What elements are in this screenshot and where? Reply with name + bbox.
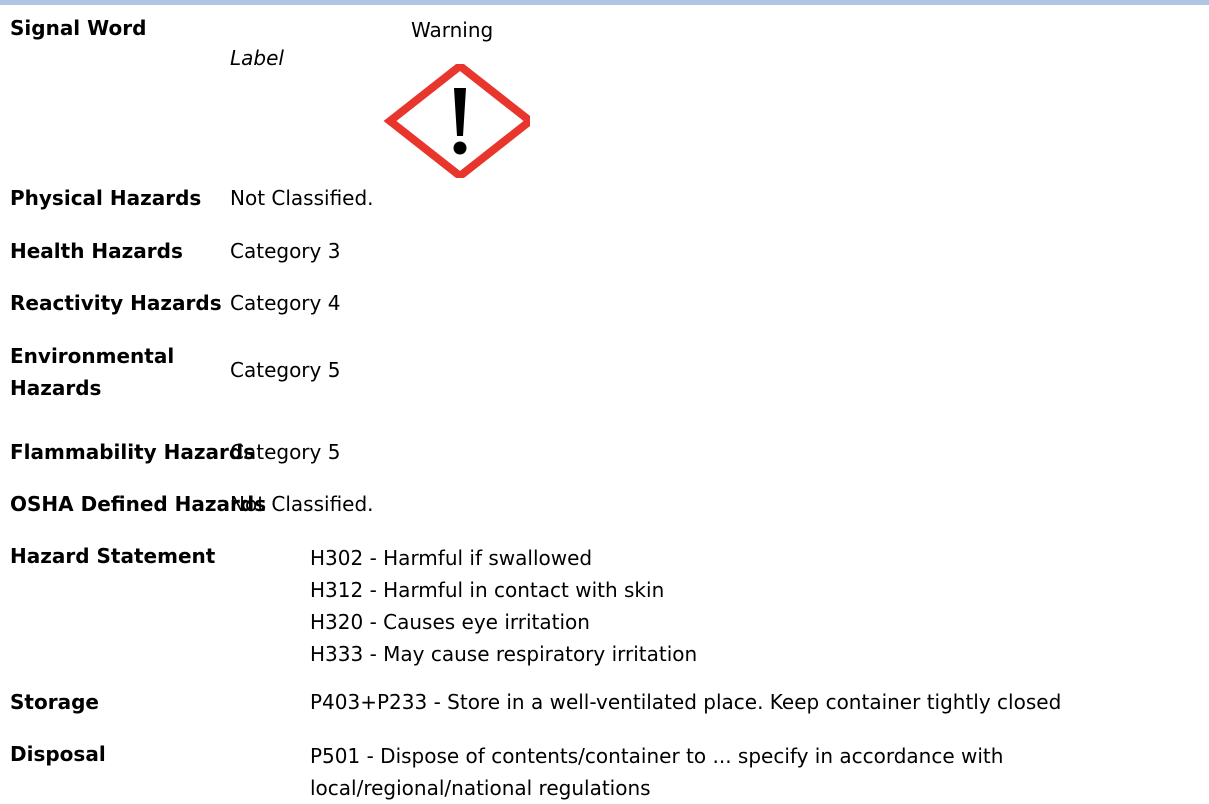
flammability-hazards-value: Category 5 [230, 440, 341, 464]
physical-hazards-label: Physical Hazards [10, 186, 202, 210]
hazard-statement-line: H312 - Harmful in contact with skin [310, 578, 665, 602]
reactivity-hazards-value: Category 4 [230, 291, 341, 315]
physical-hazards-value: Not Classified. [230, 186, 374, 210]
hazard-statement-list: H302 - Harmful if swallowed H312 - Harmf… [310, 542, 697, 670]
flammability-hazards-label: Flammability Hazards [10, 440, 256, 464]
hazard-statement-label: Hazard Statement [10, 544, 216, 568]
health-hazards-label: Health Hazards [10, 239, 183, 263]
storage-label: Storage [10, 690, 99, 714]
health-hazards-value: Category 3 [230, 239, 341, 263]
reactivity-hazards-label: Reactivity Hazards [10, 291, 222, 315]
environmental-hazards-value: Category 5 [230, 358, 341, 382]
environmental-hazards-label: Environmental Hazards [10, 344, 175, 400]
disposal-label: Disposal [10, 742, 106, 766]
exclamation-mark-diamond-icon [383, 64, 530, 178]
storage-value: P403+P233 - Store in a well-ventilated p… [310, 690, 1062, 714]
disposal-line: local/regional/national regulations [310, 776, 651, 800]
disposal-value: P501 - Dispose of contents/container to … [310, 740, 1003, 804]
label-caption: Label [230, 46, 284, 70]
hazard-statement-line: H333 - May cause respiratory irritation [310, 642, 698, 666]
osha-defined-hazards-label: OSHA Defined Hazards [10, 492, 267, 516]
hazard-statement-line: H302 - Harmful if swallowed [310, 546, 593, 570]
signal-word-label: Signal Word [10, 16, 147, 40]
signal-word-value: Warning [411, 18, 494, 42]
disposal-line: P501 - Dispose of contents/container to … [310, 744, 1004, 768]
osha-defined-hazards-value: Not Classified. [230, 492, 374, 516]
hazard-statement-line: H320 - Causes eye irritation [310, 610, 590, 634]
top-accent-bar [0, 0, 1209, 5]
